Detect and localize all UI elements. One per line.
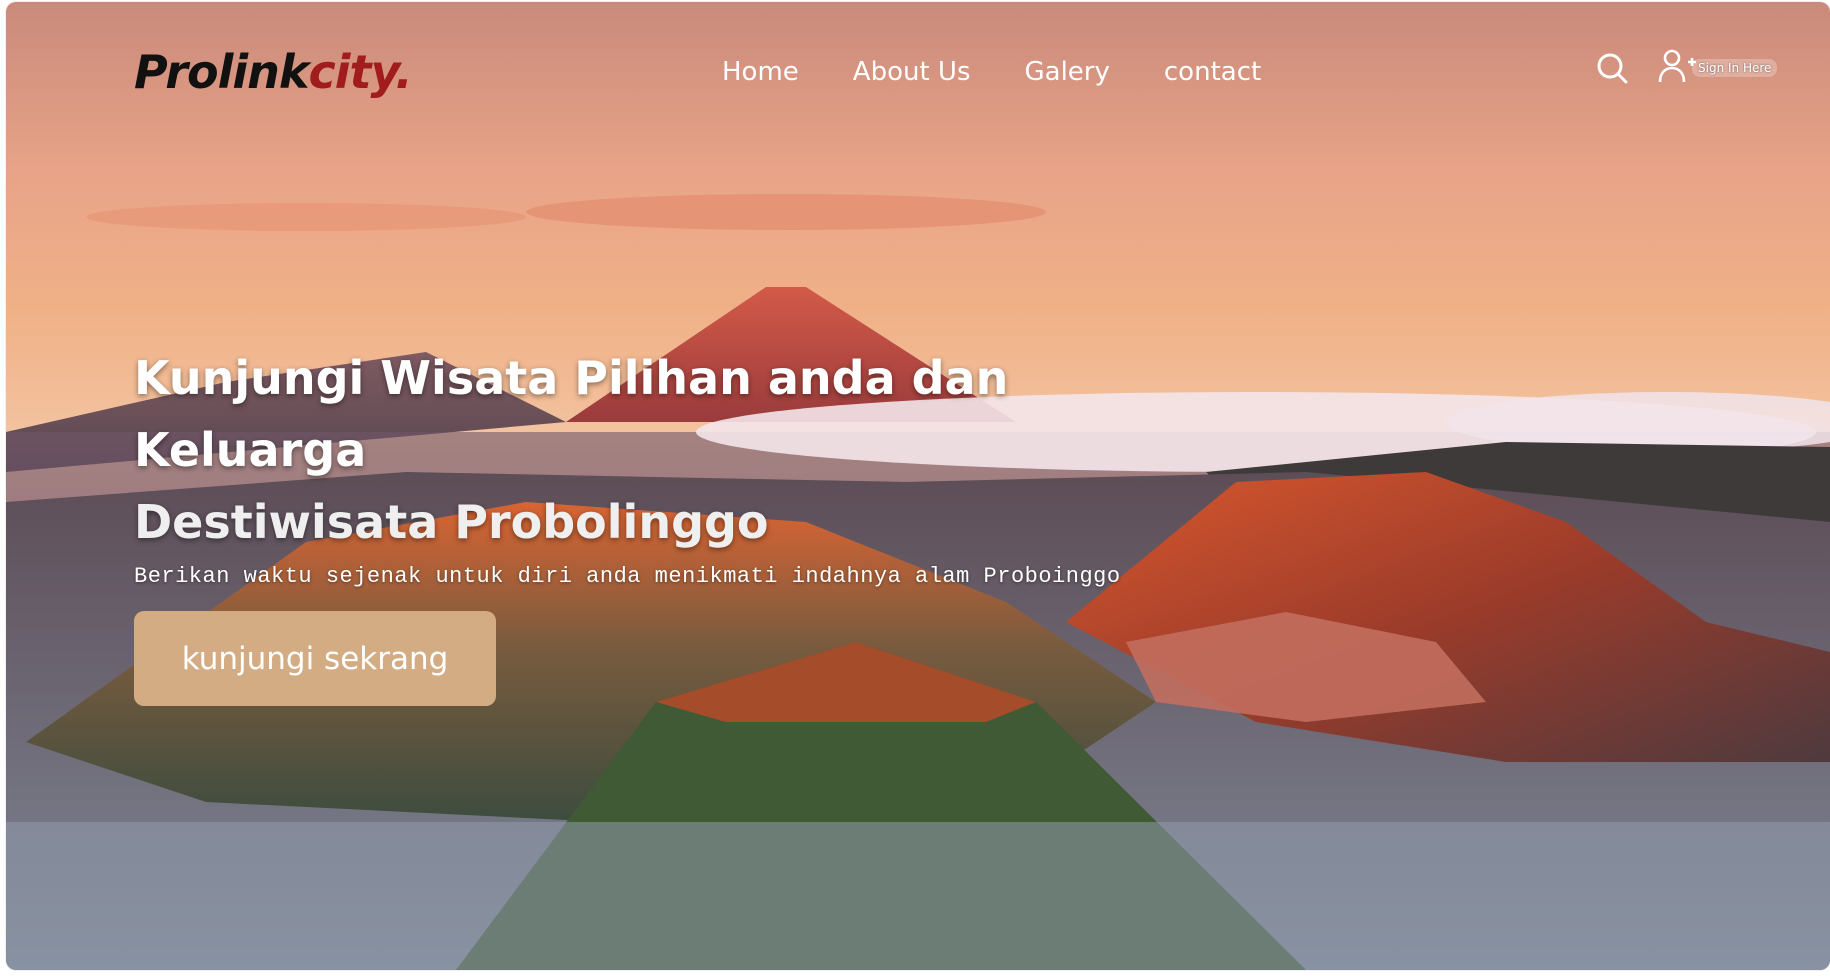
nav-item-about: About Us (853, 52, 971, 92)
nav-link-contact[interactable]: contact (1164, 57, 1261, 87)
nav-actions: Sign In Here (1592, 48, 1778, 88)
brand-name-primary: Prolink (134, 45, 309, 99)
hero-content: Kunjungi Wisata Pilihan anda dan Keluarg… (134, 342, 1234, 706)
nav-links: Home About Us Galery contact (722, 52, 1261, 92)
signin-label: Sign In Here (1692, 59, 1778, 77)
hero-title: Kunjungi Wisata Pilihan anda dan Keluarg… (134, 351, 1009, 477)
brand-logo[interactable]: Prolinkcity. (134, 40, 413, 104)
brand-name-accent: city. (308, 45, 412, 99)
nav-item-galery: Galery (1025, 52, 1110, 92)
nav-link-galery[interactable]: Galery (1025, 57, 1110, 87)
cta-button[interactable]: kunjungi sekrang (134, 611, 496, 706)
nav-item-home: Home (722, 52, 799, 92)
search-icon[interactable] (1592, 48, 1632, 88)
navbar: Prolinkcity. Home About Us Galery contac… (6, 2, 1830, 142)
hero-description: Berikan waktu sejenak untuk diri anda me… (134, 564, 1121, 589)
nav-item-contact: contact (1164, 52, 1261, 92)
nav-link-about[interactable]: About Us (853, 57, 971, 87)
nav-link-home[interactable]: Home (722, 57, 799, 87)
signin-button[interactable]: Sign In Here (1658, 48, 1778, 88)
hero-subtitle: Destiwisata Probolinggo (134, 495, 769, 549)
hero-section: Prolinkcity. Home About Us Galery contac… (6, 2, 1830, 970)
